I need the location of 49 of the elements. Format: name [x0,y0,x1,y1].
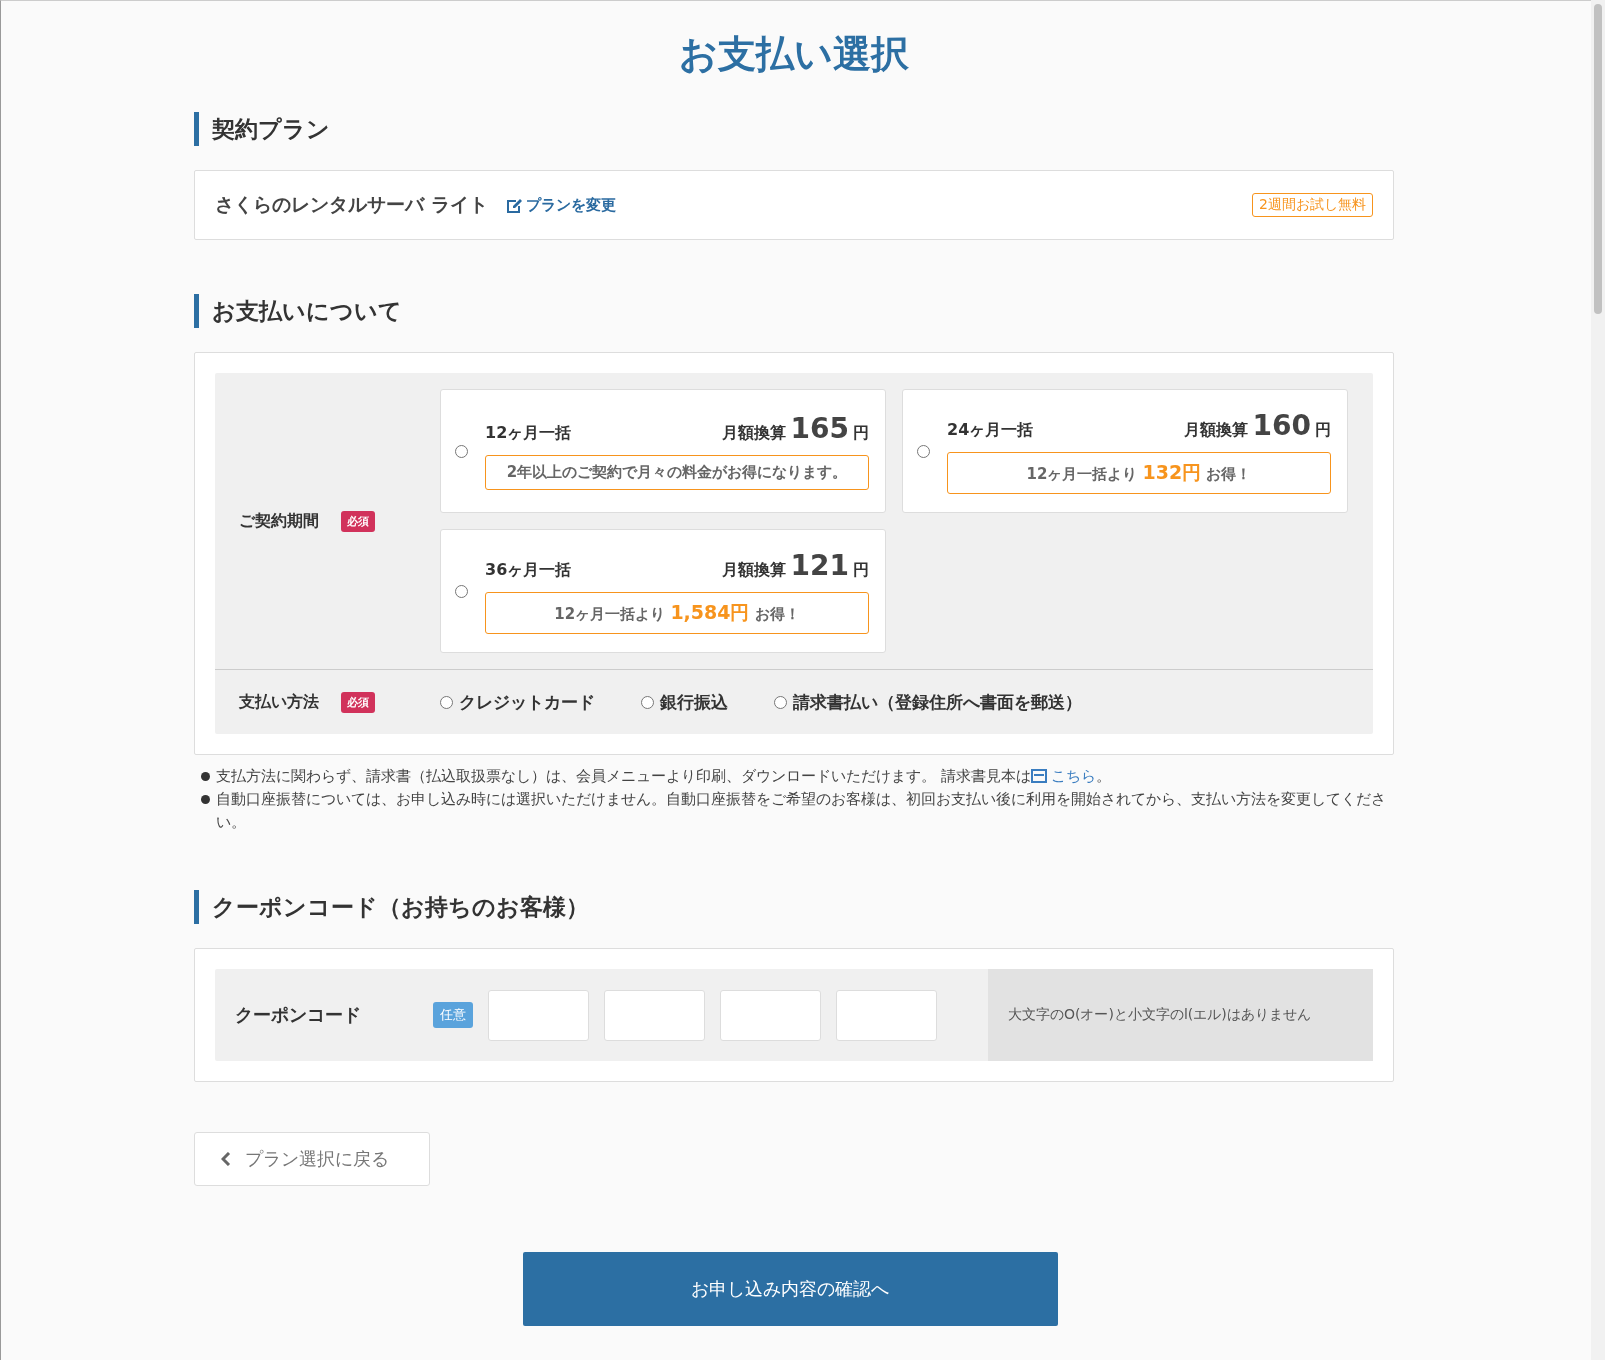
sample-link[interactable]: こちら [1030,768,1097,784]
savings-note: 12ヶ月一括より 1,584円 お得！ [485,591,869,634]
field-label: ご契約期間 [239,510,319,532]
payment-method-option[interactable]: 請求書払い（登録住所へ書面を郵送） [774,690,1082,714]
field-label: クーポンコード [234,1003,362,1027]
period-name: 36ヶ月一括 [485,559,572,581]
monthly-price: 月額換算 121 円 [721,548,869,582]
section-heading: 契約プラン [194,112,1394,146]
monthly-price: 月額換算 165 円 [721,412,869,445]
savings-note: 12ヶ月一括より 132円 お得！ [947,451,1331,494]
coupon-code-field[interactable] [604,989,705,1041]
payment-method-option[interactable]: クレジットカード [440,690,595,714]
note-text: 支払方法に関わらず、請求書（払込取扱票なし）は、会員メニューより印刷、ダウンロードいただけます。 請求書見本は こちら。 [216,767,1113,786]
submit-button[interactable]: お申し込み内容の確認へ [522,1252,1058,1326]
required-badge: 必須 [341,691,375,713]
period-name: 12ヶ月一括 [485,423,572,444]
savings-note: 2年以上のご契約で月々の料金がお得になります。 [485,455,869,490]
radio-button[interactable] [440,695,453,709]
radio-button[interactable] [774,695,787,709]
coupon-code-field[interactable] [488,989,589,1041]
edit-icon [505,197,522,213]
section-heading: クーポンコード（お持ちのお客様） [194,890,1394,924]
period-option[interactable]: 36ヶ月一括 月額換算 121 円 12ヶ月一括より 1,584円 お得！ [440,529,886,653]
period-name: 24ヶ月一括 [947,419,1034,441]
document-icon [1030,769,1047,783]
note-text: 自動口座振替については、お申し込み時には選択いただけません。自動口座振替をご希望のお客様は、初回お支払い後に利用を開始されてから、支払い方法を変更してください。 [216,790,1387,832]
plan-name: さくらのレンタルサーバ ライト [215,192,488,217]
radio-button[interactable] [917,444,930,458]
payment-method-option[interactable]: 銀行振込 [641,690,728,714]
change-plan-link[interactable]: プランを変更 [505,195,616,215]
bullet-icon [201,772,210,781]
monthly-price: 月額換算 160 円 [1183,408,1331,442]
bullet-icon [201,795,210,804]
period-option[interactable]: 12ヶ月一括 月額換算 165 円 2年以上のご契約で月々の料金がお得になります。 [440,389,886,513]
radio-button[interactable] [455,584,468,598]
period-option[interactable]: 24ヶ月一括 月額換算 160 円 12ヶ月一括より 132円 お得！ [902,389,1348,513]
coupon-code-field[interactable] [836,989,937,1041]
optional-badge: 任意 [433,1002,473,1028]
coupon-code-field[interactable] [720,989,821,1041]
chevron-left-icon [221,1152,231,1166]
trial-badge: 2週間お試し無料 [1252,193,1373,217]
required-badge: 必須 [341,510,375,532]
radio-button[interactable] [455,444,468,458]
radio-button[interactable] [641,695,654,709]
coupon-hint: 大文字のO(オー)と小文字のl(エル)はありません [988,969,1373,1061]
section-heading: お支払いについて [194,294,1394,328]
page-title: お支払い選択 [678,31,910,78]
back-button[interactable]: プラン選択に戻る [194,1132,430,1186]
field-label: 支払い方法 [239,691,319,713]
